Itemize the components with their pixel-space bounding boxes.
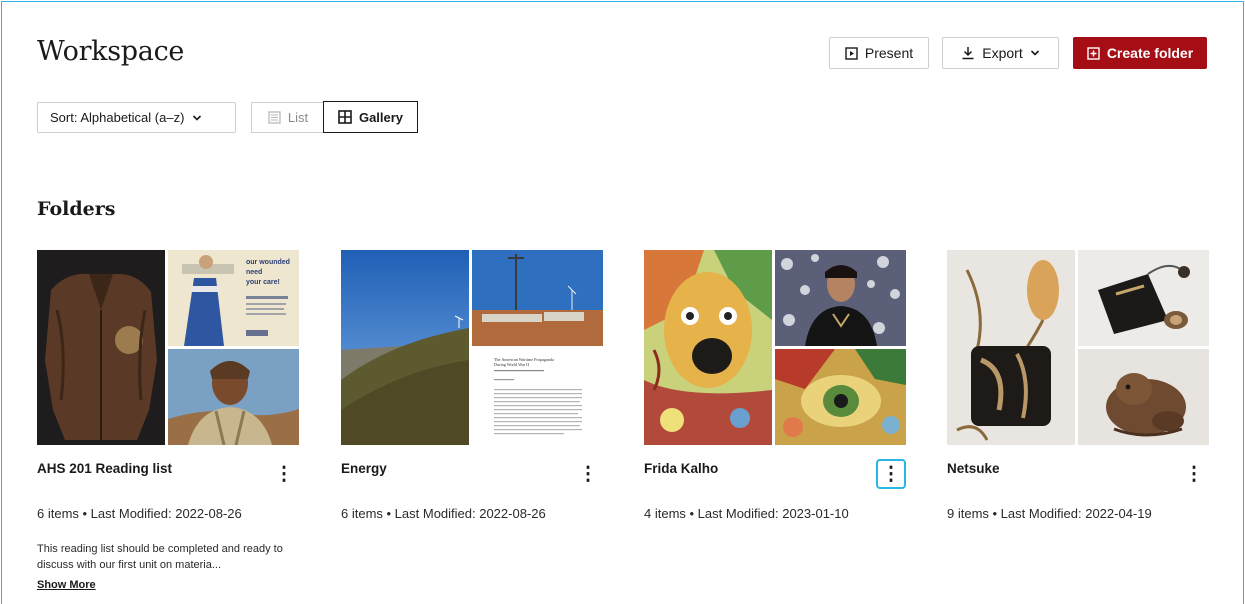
folder-name[interactable]: Netsuke bbox=[947, 461, 1000, 476]
thumbnail-nurse-poster: our wounded need your care! bbox=[168, 250, 299, 346]
page-title: Workspace bbox=[37, 36, 185, 67]
folder-thumbnails[interactable]: our wounded need your care! bbox=[37, 250, 299, 445]
present-button[interactable]: Present bbox=[829, 37, 929, 69]
folder-name[interactable]: AHS 201 Reading list bbox=[37, 461, 172, 476]
thumbnail-netsuke-box bbox=[947, 250, 1075, 445]
folder-meta: 9 items • Last Modified: 2022-04-19 bbox=[947, 506, 1152, 521]
grid-icon bbox=[338, 110, 352, 124]
thumbnail-hillside bbox=[341, 250, 469, 445]
create-folder-label: Create folder bbox=[1106, 45, 1194, 61]
svg-text:need: need bbox=[246, 269, 262, 276]
folder-plus-icon bbox=[1087, 46, 1100, 60]
folder-thumbnails[interactable]: The American Wartime Propaganda During W… bbox=[341, 250, 603, 445]
folder-name[interactable]: Energy bbox=[341, 461, 387, 476]
view-list-label: List bbox=[287, 110, 309, 125]
thumbnail-document-page: The American Wartime Propaganda During W… bbox=[472, 349, 603, 445]
folder-description: This reading list should be completed an… bbox=[37, 543, 283, 571]
folder-meta: 4 items • Last Modified: 2023-01-10 bbox=[644, 506, 849, 521]
export-label: Export bbox=[982, 45, 1023, 61]
folder-thumbnails[interactable] bbox=[947, 250, 1209, 445]
folders-heading: Folders bbox=[37, 198, 116, 220]
svg-text:your care!: your care! bbox=[246, 279, 280, 286]
list-icon bbox=[268, 111, 281, 124]
thumbnail-pilot-portrait bbox=[168, 349, 299, 445]
view-list-toggle[interactable]: List bbox=[251, 102, 324, 133]
download-icon bbox=[961, 46, 975, 60]
sort-label: Sort: Alphabetical (a–z) bbox=[50, 110, 185, 125]
kebab-menu-icon[interactable]: ⋮ bbox=[269, 459, 299, 489]
kebab-menu-icon[interactable]: ⋮ bbox=[573, 459, 603, 489]
thumbnail-netsuke-case bbox=[1078, 250, 1209, 346]
folder-card[interactable]: Netsuke ⋮ 9 items • Last Modified: 2022-… bbox=[947, 250, 1209, 521]
folder-card[interactable]: our wounded need your care! AHS 201 Read… bbox=[37, 250, 299, 591]
folder-card[interactable]: The American Wartime Propaganda During W… bbox=[341, 250, 603, 521]
folder-name[interactable]: Frida Kalho bbox=[644, 461, 718, 476]
kebab-menu-icon[interactable]: ⋮ bbox=[1179, 459, 1209, 489]
view-gallery-toggle[interactable]: Gallery bbox=[323, 101, 418, 133]
chevron-down-icon bbox=[1030, 49, 1040, 57]
thumbnail-abstract-eye bbox=[775, 349, 906, 445]
create-folder-button[interactable]: Create folder bbox=[1073, 37, 1207, 69]
present-label: Present bbox=[864, 45, 914, 61]
thumbnail-abstract-face bbox=[644, 250, 772, 445]
thumbnail-frida-portrait bbox=[775, 250, 906, 346]
sort-dropdown[interactable]: Sort: Alphabetical (a–z) bbox=[37, 102, 236, 133]
thumbnail-netsuke-figure bbox=[1078, 349, 1209, 445]
show-more-link[interactable]: Show More bbox=[37, 579, 96, 591]
folder-thumbnails[interactable] bbox=[644, 250, 906, 445]
thumbnail-wind-farm bbox=[472, 250, 603, 346]
folder-meta: 6 items • Last Modified: 2022-08-26 bbox=[341, 506, 546, 521]
folder-card[interactable]: Frida Kalho ⋮ 4 items • Last Modified: 2… bbox=[644, 250, 906, 521]
folder-meta: 6 items • Last Modified: 2022-08-26 bbox=[37, 506, 242, 521]
workspace-page: Workspace Present Export Create folder S… bbox=[1, 1, 1244, 604]
view-gallery-label: Gallery bbox=[358, 109, 404, 125]
chevron-down-icon bbox=[192, 114, 202, 122]
present-icon bbox=[845, 46, 858, 60]
poster-text: our wounded bbox=[246, 259, 290, 266]
kebab-menu-icon[interactable]: ⋮ bbox=[876, 459, 906, 489]
export-button[interactable]: Export bbox=[942, 37, 1059, 69]
svg-text:During World War II: During World War II bbox=[494, 362, 529, 367]
thumbnail-leather-jacket bbox=[37, 250, 165, 445]
